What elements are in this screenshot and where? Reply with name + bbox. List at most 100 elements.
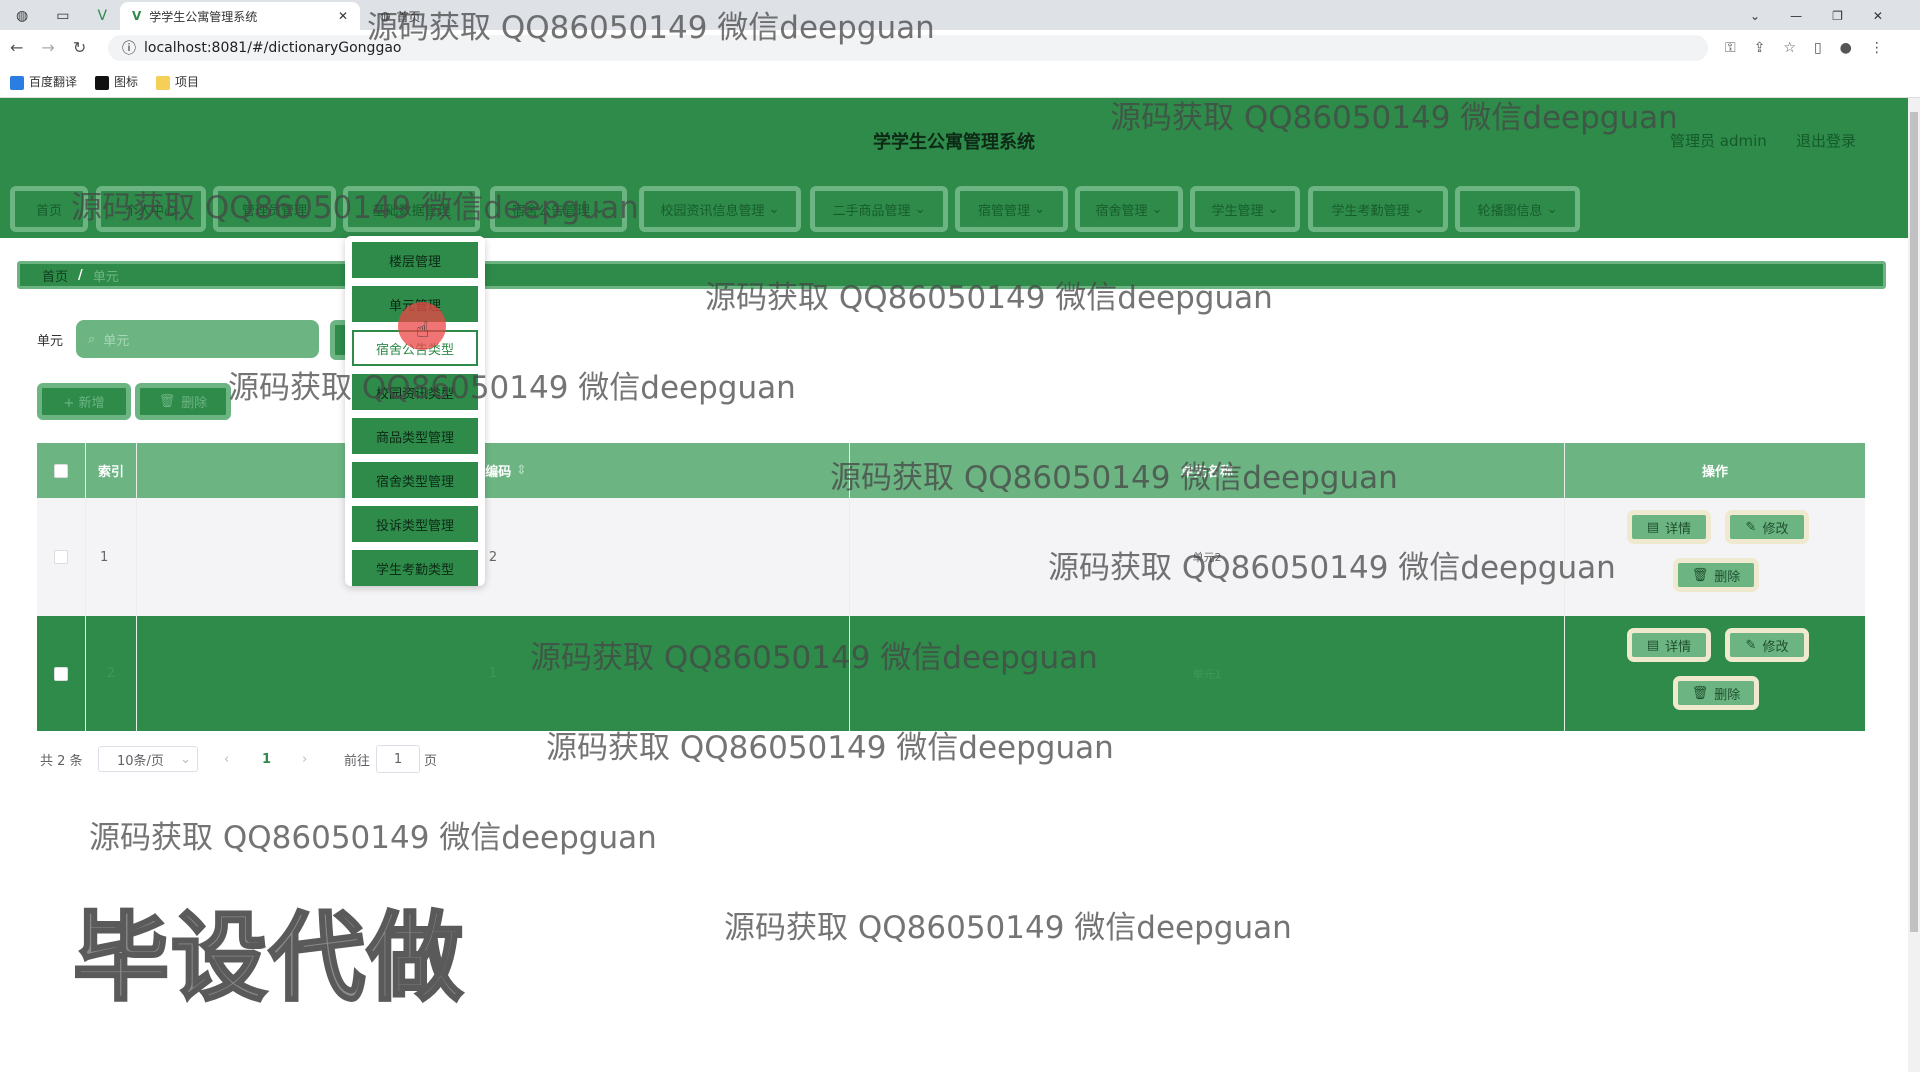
page-unit-label: 页 [424,753,438,769]
bookmark-label: 百度翻译 [29,75,78,89]
profile-icon[interactable]: ● [1840,40,1852,56]
trash-icon: 🗑︎ [1691,685,1709,701]
reload-icon[interactable]: ↻ [73,38,86,57]
row-checkbox[interactable] [54,666,68,681]
nav-dorm-manager[interactable]: 宿管管理 ⌄ [955,186,1068,232]
menu-item-goods-type[interactable]: 商品类型管理 [352,418,478,454]
nav-goods[interactable]: 二手商品管理 ⌄ [810,186,948,232]
nav-basic-data[interactable]: 基础数据管理 [343,186,480,232]
menu-label: 商品类型管理 [375,430,454,446]
scrollbar-thumb[interactable] [1910,112,1918,932]
browser-tab-2[interactable]: ◍ 首页 [380,2,421,30]
bookmark-label: 项目 [175,75,200,89]
row-checkbox[interactable] [54,550,68,564]
menu-item-complaint-type[interactable]: 投诉类型管理 [352,506,478,542]
nav-profile[interactable]: 个人中心 [96,186,206,232]
close-window-icon[interactable]: ✕ [1873,9,1883,23]
pagination-total: 共 2 条 [40,753,83,769]
menu-item-news-type[interactable]: 校园资讯类型 [352,374,478,410]
table-row[interactable]: 2 1 单元1 ▤ 详情 ✎ 修改 🗑︎ 删除 [37,616,1865,731]
bookmark-translate[interactable]: 百度翻译 [10,73,77,90]
delete-button[interactable]: 🗑︎ 删除 [1673,558,1759,592]
menu-label: 宿舍类型管理 [375,474,454,490]
table-row[interactable]: 1 2 单元2 ▤ 详情 ✎ 修改 🗑︎ 删除 [37,498,1865,616]
edit-icon: ✎ [1745,519,1757,535]
row-checkbox-cell [37,616,86,731]
menu-item-floor[interactable]: 楼层管理 [352,242,478,278]
delete-button[interactable]: 🗑︎ 删除 [1673,676,1759,710]
nav-label: 宿舍公告管理 [511,203,590,219]
document-icon: ▤ [1646,519,1660,535]
back-icon[interactable]: ← [10,38,23,57]
chevron-down-icon[interactable]: ⌄ [1750,9,1760,23]
pinned-tabs[interactable]: ◍ ▭ V [16,2,107,30]
breadcrumb-home[interactable]: 首页 [42,266,68,285]
nav-notice[interactable]: 宿舍公告管理 ⌄ [490,186,627,232]
key-icon[interactable]: ⚿ [1725,40,1736,56]
nav-dorm[interactable]: 宿舍管理 ⌄ [1075,186,1183,232]
add-button[interactable]: + 新增 [37,383,131,420]
next-page-icon[interactable]: › [302,748,307,770]
vue-tab-icon: V [97,8,108,24]
goto-input[interactable]: 1 [376,745,420,773]
nav-admin[interactable]: 管理员管理 [213,186,336,232]
nav-news[interactable]: 校园资讯信息管理 ⌄ [639,186,801,232]
close-tab-icon[interactable]: ✕ [338,9,348,23]
page-number[interactable]: 1 [262,748,271,770]
app-title: 学学生公寓管理系统 [873,132,1035,153]
trash-icon: 🗑︎ [1691,567,1709,583]
menu-label: 楼层管理 [388,254,441,270]
logout-link[interactable]: 退出登录 [1796,130,1856,151]
edit-button[interactable]: ✎ 修改 [1725,628,1809,662]
folder-icon [156,75,171,90]
browser-tab-active[interactable]: V 学学生公寓管理系统 ✕ [120,2,360,30]
bookmark-project[interactable]: 项目 [156,73,199,90]
search-icon: ⌕ [88,331,96,347]
nav-label: 管理员管理 [241,203,307,219]
nav-carousel[interactable]: 轮播图信息 ⌄ [1455,186,1580,232]
sort-icon[interactable]: ⇕ [516,463,527,478]
search-input[interactable]: ⌕ 单元 [76,320,319,358]
nav-buttons: ← → ↻ [10,38,86,57]
share-icon[interactable]: ⇪ [1754,40,1766,56]
forward-icon[interactable]: → [41,38,54,57]
search-label: 单元 [37,334,64,349]
nav-label: 首页 [35,203,62,219]
minimize-icon[interactable]: — [1790,9,1802,23]
edit-button[interactable]: ✎ 修改 [1725,510,1809,544]
bulk-delete-button[interactable]: 🗑︎ 删除 [135,383,231,420]
nav-label: 宿管管理 [977,203,1030,219]
cell-code: 1 [137,616,850,731]
select-all-checkbox[interactable] [54,463,68,478]
globe-icon: ◍ [16,8,29,24]
url-input[interactable]: ⓘ localhost:8081/#/dictionaryGonggao [108,35,1708,61]
watermark: 源码获取 QQ86050149 微信deepguan [228,370,796,406]
star-icon[interactable]: ☆ [1783,40,1796,56]
nav-label: 基础数据管理 [372,203,451,219]
breadcrumb-separator: / [78,267,83,283]
nav-student[interactable]: 学生管理 ⌄ [1190,186,1300,232]
watermark: 源码获取 QQ86050149 微信deepguan [89,820,657,856]
prev-page-icon[interactable]: ‹ [224,748,229,770]
window-controls[interactable]: ⌄ — ❐ ✕ [1750,2,1883,30]
current-user: 管理员 admin [1670,132,1767,150]
hand-cursor-icon: ☝ [416,318,430,343]
bookmarks-bar: 百度翻译 图标 项目 [0,66,1920,98]
menu-item-dorm-type[interactable]: 宿舍类型管理 [352,462,478,498]
header-code[interactable]: 单元编码 ⇕ [137,443,850,498]
trash-icon: 🗑︎ [158,394,176,409]
page-size-select[interactable]: 10条/页 ⌄ [98,746,198,772]
detail-button[interactable]: ▤ 详情 [1627,510,1711,544]
menu-icon[interactable]: ⋮ [1870,40,1884,56]
browser-toolbar: ⚿ ⇪ ☆ ▯ ● ⋮ [1725,40,1884,56]
bookmark-icons[interactable]: 图标 [95,73,138,90]
url-text: localhost:8081/#/dictionaryGonggao [144,40,402,56]
restore-icon[interactable]: ❐ [1832,9,1843,23]
sidepanel-icon[interactable]: ▯ [1814,40,1822,56]
detail-button[interactable]: ▤ 详情 [1627,628,1711,662]
blank-tab-icon: ▭ [56,8,70,24]
menu-item-attendance-type[interactable]: 学生考勤类型 [352,550,478,586]
cell-index: 2 [86,616,137,731]
nav-home[interactable]: 首页 [10,186,88,232]
nav-attendance[interactable]: 学生考勤管理 ⌄ [1308,186,1448,232]
